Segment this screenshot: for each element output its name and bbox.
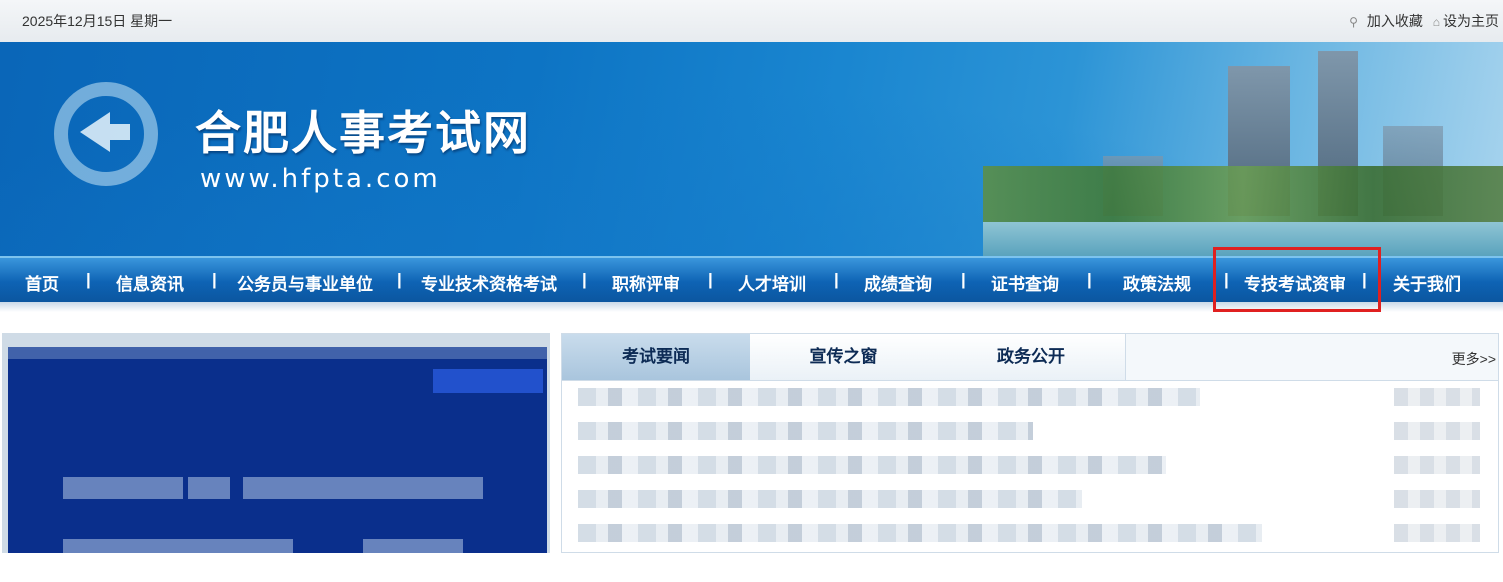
news-panel: 考试要闻 宣传之窗 政务公开 更多>> <box>561 333 1499 553</box>
home-icon: ⌂ <box>1432 15 1440 29</box>
more-link[interactable]: 更多>> <box>1452 349 1496 369</box>
nav-item-talent-training[interactable]: 人才培训 <box>738 270 806 295</box>
pixelated-block <box>363 539 463 553</box>
nav-item-civil-service[interactable]: 公务员与事业单位 <box>237 270 373 295</box>
current-date: 2025年12月15日 星期一 <box>22 13 173 29</box>
news-date <box>1394 490 1480 508</box>
pixelated-block <box>188 477 230 499</box>
set-homepage-link[interactable]: 设为主页 <box>1443 13 1499 29</box>
pixelated-block <box>63 477 183 499</box>
tab-exam-news[interactable]: 考试要闻 <box>562 334 751 380</box>
news-date <box>1394 456 1480 474</box>
slideshow-image[interactable] <box>8 347 547 553</box>
tab-publicity[interactable]: 宣传之窗 <box>750 334 938 380</box>
nav-item-home[interactable]: 首页 <box>25 270 59 295</box>
highlight-box <box>1213 247 1381 312</box>
nav-separator: | <box>1087 270 1092 289</box>
nav-separator: | <box>961 270 966 289</box>
nav-separator: | <box>212 270 217 289</box>
news-item[interactable] <box>578 388 1200 406</box>
nav-separator: | <box>834 270 839 289</box>
search-icon: ⚲ <box>1349 15 1358 29</box>
header-banner: 合肥人事考试网 www.hfpta.com <box>0 42 1503 256</box>
news-item[interactable] <box>578 456 1166 474</box>
nav-item-policies[interactable]: 政策法规 <box>1123 270 1191 295</box>
add-bookmark-link[interactable]: 加入收藏 <box>1367 13 1423 29</box>
news-item[interactable] <box>578 490 1082 508</box>
pixelated-block <box>243 477 483 499</box>
news-date <box>1394 422 1480 440</box>
site-logo <box>50 72 170 202</box>
nav-separator: | <box>86 270 91 289</box>
news-date <box>1394 524 1480 542</box>
pixelated-block <box>63 539 293 553</box>
top-links: ⚲ 加入收藏 ⌂ 设为主页 <box>1349 11 1499 31</box>
top-bar: 2025年12月15日 星期一 ⚲ 加入收藏 ⌂ 设为主页 <box>0 0 1503 43</box>
nav-item-title-review[interactable]: 职称评审 <box>612 270 680 295</box>
nav-item-certificate-query[interactable]: 证书查询 <box>991 270 1059 295</box>
nav-item-news-info[interactable]: 信息资讯 <box>116 270 184 295</box>
city-skyline-image <box>983 42 1503 256</box>
site-url: www.hfpta.com <box>200 164 441 194</box>
slideshow-panel <box>2 333 550 553</box>
news-date <box>1394 388 1480 406</box>
trees <box>983 166 1503 226</box>
nav-separator: | <box>708 270 713 289</box>
nav-item-about-us[interactable]: 关于我们 <box>1393 270 1461 295</box>
pixelated-block <box>433 369 543 393</box>
nav-item-professional-exams[interactable]: 专业技术资格考试 <box>421 270 557 295</box>
news-item[interactable] <box>578 524 1262 542</box>
nav-separator: | <box>582 270 587 289</box>
news-item[interactable] <box>578 422 1033 440</box>
news-tabs: 考试要闻 宣传之窗 政务公开 更多>> <box>562 334 1498 381</box>
nav-separator: | <box>397 270 402 289</box>
nav-item-score-query[interactable]: 成绩查询 <box>864 270 932 295</box>
pixelated-block <box>8 347 547 359</box>
tab-government-affairs[interactable]: 政务公开 <box>937 334 1126 380</box>
site-title: 合肥人事考试网 <box>195 106 531 160</box>
